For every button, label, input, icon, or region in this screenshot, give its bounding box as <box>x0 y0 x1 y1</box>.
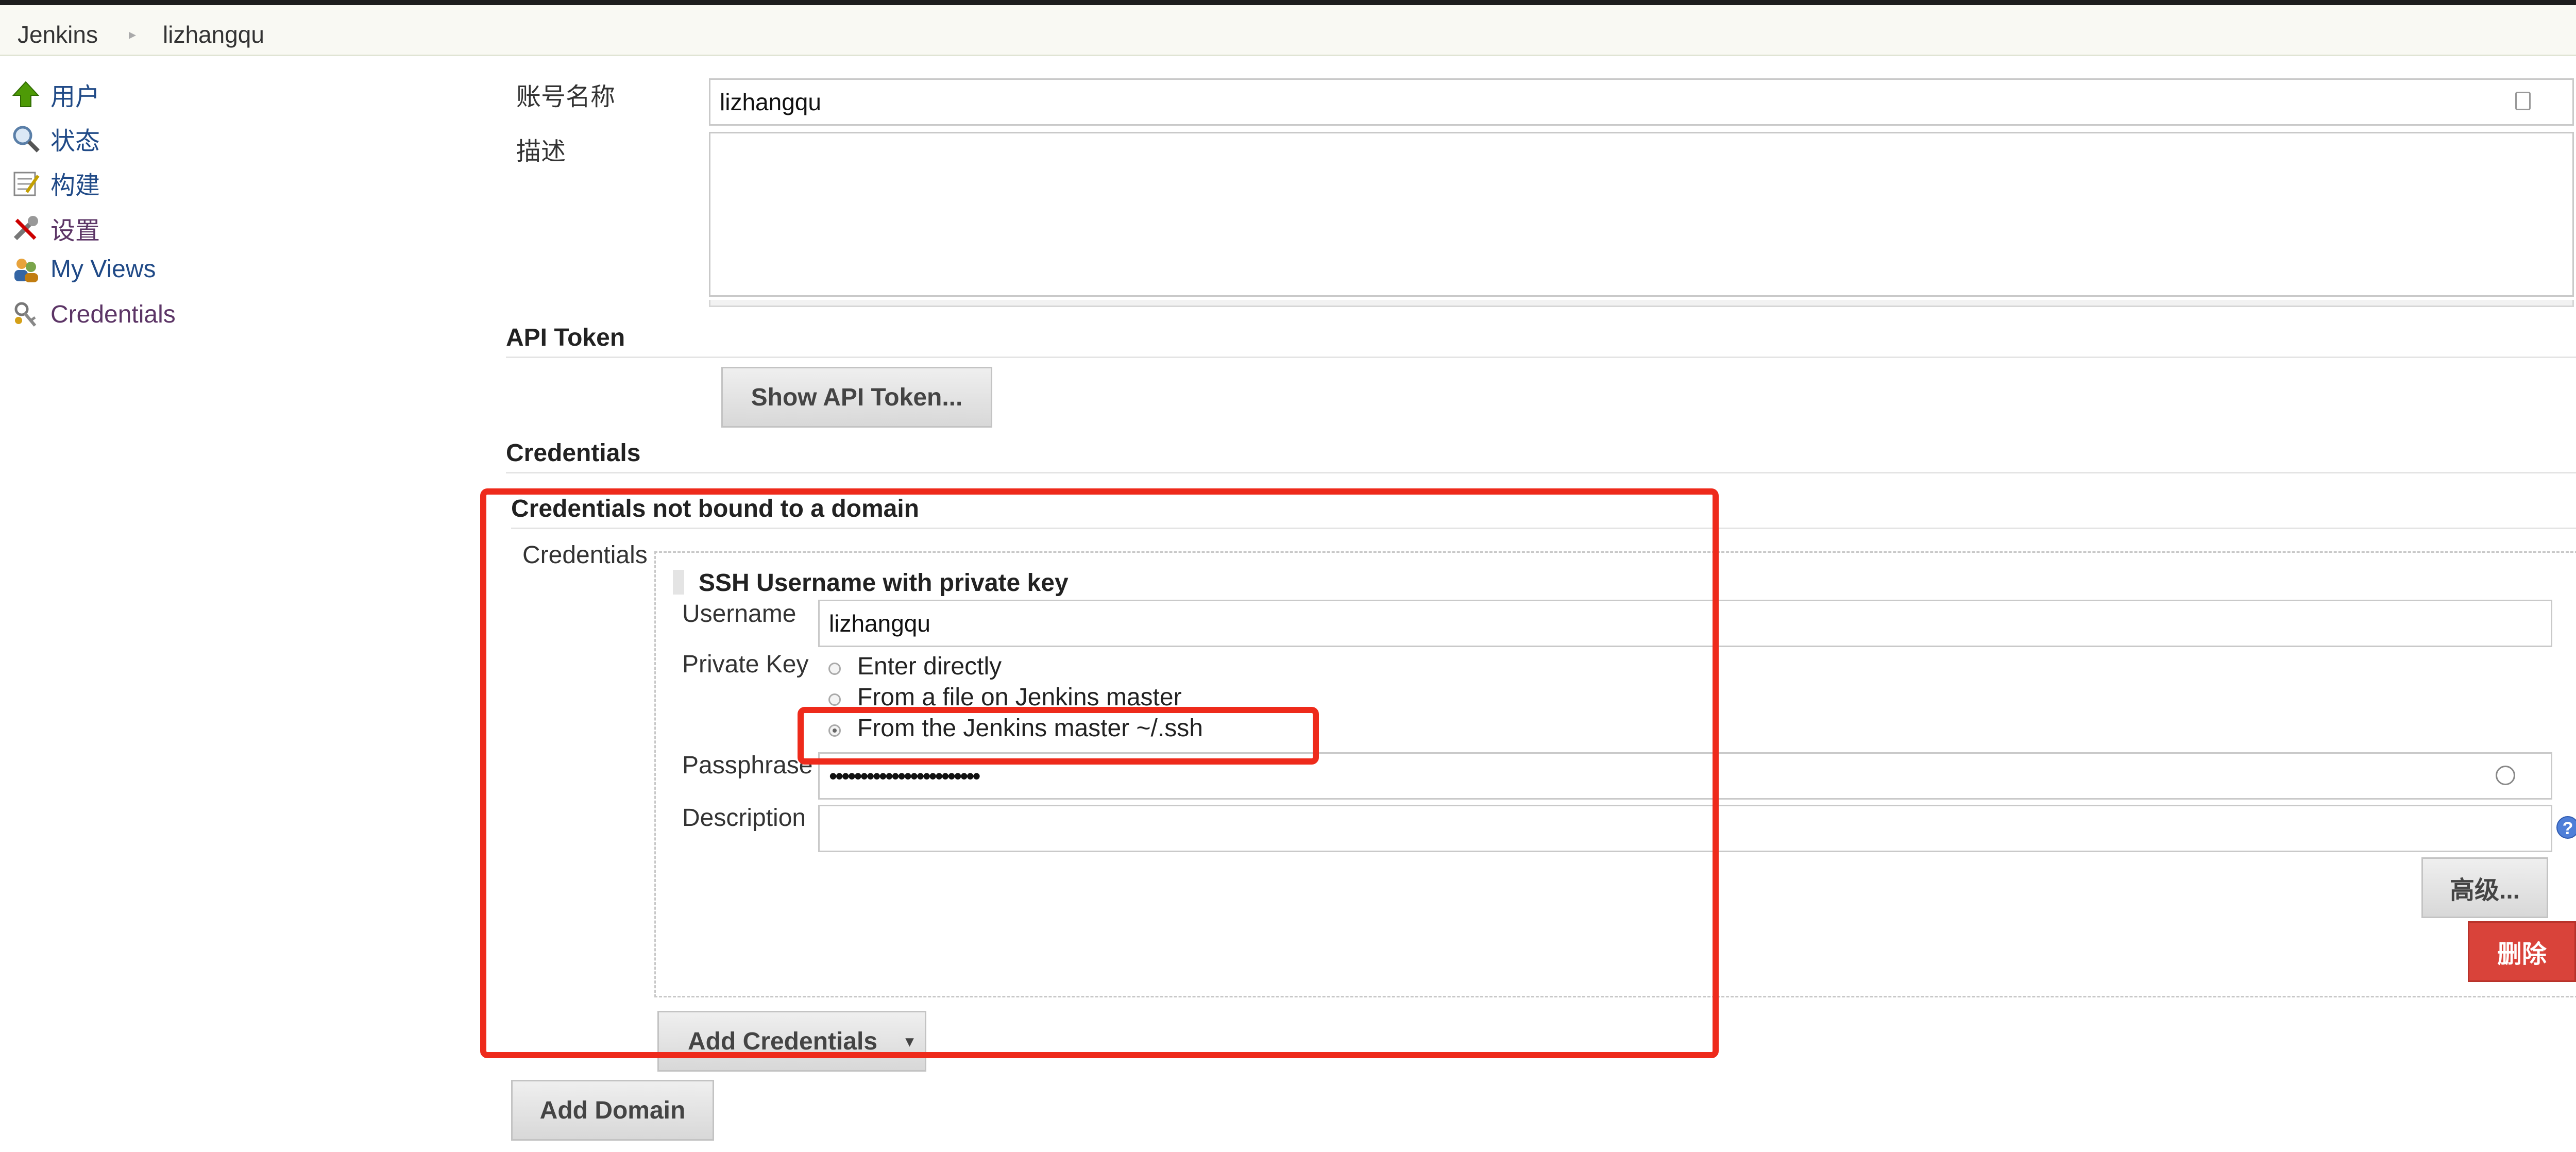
credentials-title: Credentials <box>506 439 641 467</box>
users-icon <box>11 255 40 283</box>
credential-description-help-icon[interactable]: ? <box>2556 816 2576 839</box>
breadcrumb-separator-icon: ▸ <box>129 26 137 42</box>
account-name-input[interactable]: lizhangqu <box>709 78 2574 126</box>
up-arrow-icon <box>11 80 40 109</box>
sidebar-item-credentials[interactable]: Credentials <box>11 300 176 331</box>
sidebar-item-label: 用户 <box>50 83 100 111</box>
sidebar-item-my-views[interactable]: My Views <box>11 255 156 285</box>
api-token-title: API Token <box>506 324 625 351</box>
password-key-icon[interactable] <box>2496 766 2515 785</box>
sidebar-item-user[interactable]: 用户 <box>11 76 100 111</box>
sidebar-item-label: 设置 <box>50 217 100 245</box>
add-domain-button[interactable]: Add Domain <box>511 1080 714 1141</box>
breadcrumb-jenkins[interactable]: Jenkins <box>18 21 98 48</box>
wrench-icon <box>11 214 40 243</box>
sidebar-item-label: 构建 <box>50 172 100 199</box>
autofill-card-icon[interactable] <box>2515 92 2531 110</box>
account-name-value: lizhangqu <box>720 89 821 115</box>
annotation-box-domain <box>480 488 1719 1058</box>
sidebar-item-status[interactable]: 状态 <box>11 121 100 155</box>
account-name-label: 账号名称 <box>516 83 616 111</box>
window-top-edge <box>0 0 2576 5</box>
divider <box>506 357 2576 358</box>
sidebar-item-label: Credentials <box>50 300 176 328</box>
breadcrumb-user[interactable]: lizhangqu <box>163 21 264 48</box>
notepad-icon <box>11 168 40 197</box>
delete-button[interactable]: 删除 <box>2468 921 2576 982</box>
show-api-token-button[interactable]: Show API Token... <box>721 367 992 428</box>
annotation-box-ssh-option <box>798 707 1319 765</box>
description-textarea[interactable] <box>709 132 2574 297</box>
breadcrumb: Jenkins ▸ lizhangqu <box>0 5 2576 56</box>
textarea-resize-handle[interactable] <box>709 300 2574 307</box>
sidebar-item-label: 状态 <box>50 128 100 155</box>
sidebar-item-settings[interactable]: 设置 <box>11 210 100 245</box>
magnifier-icon <box>11 124 40 153</box>
description-label: 描述 <box>516 138 566 165</box>
sidebar-item-builds[interactable]: 构建 <box>11 165 100 199</box>
divider <box>506 472 2576 473</box>
sidebar-item-label: My Views <box>50 255 156 283</box>
keys-icon <box>11 300 40 329</box>
advanced-button[interactable]: 高级... <box>2421 857 2548 918</box>
